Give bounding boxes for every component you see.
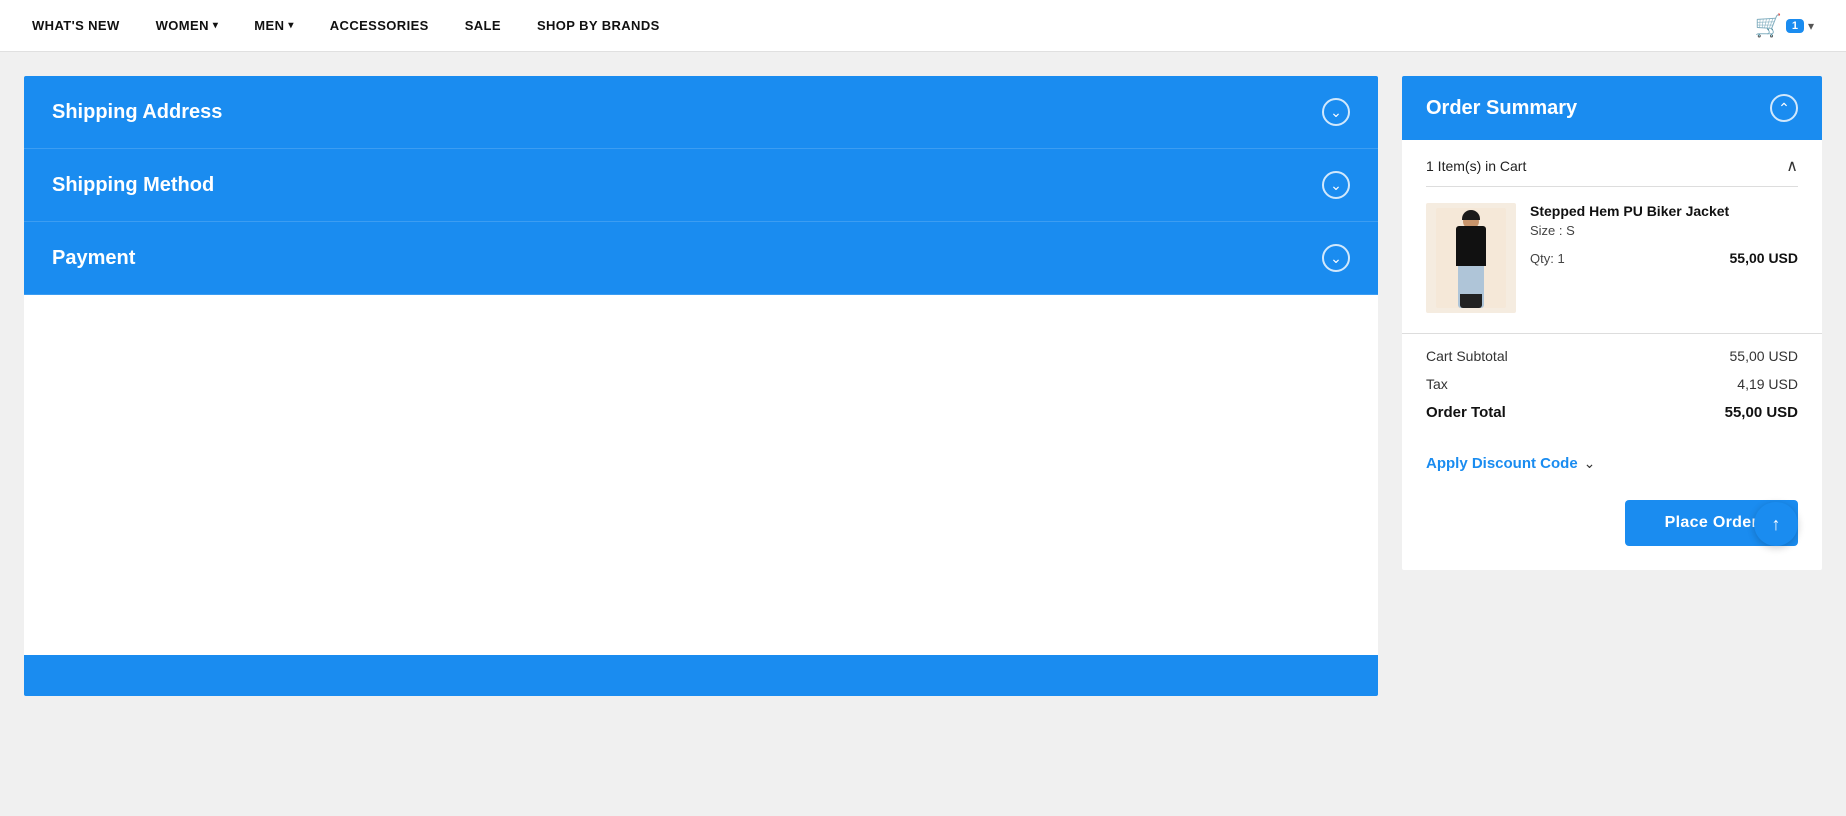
checkout-panel: Shipping Address ⌄ Shipping Method ⌄ Pay…	[24, 76, 1378, 696]
size-value: S	[1566, 223, 1575, 238]
nav-item-women[interactable]: WOMEN ▾	[156, 18, 219, 33]
shipping-address-toggle[interactable]: ⌄	[1322, 98, 1350, 126]
order-total-label: Order Total	[1426, 404, 1506, 421]
payment-title: Payment	[52, 247, 135, 270]
cart-button[interactable]: 🛒 1 ▾	[1755, 13, 1814, 39]
shipping-method-title: Shipping Method	[52, 174, 214, 197]
cart-subtotal-value: 55,00 USD	[1730, 348, 1798, 364]
cart-badge: 1	[1786, 19, 1804, 33]
order-summary-header: Order Summary ⌃	[1402, 76, 1822, 140]
nav-item-sale[interactable]: SALE	[465, 18, 501, 33]
payment-section[interactable]: Payment ⌄	[24, 222, 1378, 295]
order-summary-toggle[interactable]: ⌃	[1770, 94, 1798, 122]
nav-item-men[interactable]: MEN ▾	[254, 18, 293, 33]
shipping-address-title: Shipping Address	[52, 101, 222, 124]
cart-item-image	[1426, 203, 1516, 313]
checkout-content-area	[24, 295, 1378, 655]
cart-item-qty: Qty: 1	[1530, 251, 1565, 266]
cart-subtotal-row: Cart Subtotal 55,00 USD	[1426, 342, 1798, 370]
chevron-down-icon: ⌄	[1330, 104, 1342, 121]
cart-item-qty-price: Qty: 1 55,00 USD	[1530, 250, 1798, 266]
tax-value: 4,19 USD	[1737, 376, 1798, 392]
cart-subtotal-label: Cart Subtotal	[1426, 348, 1508, 364]
chevron-up-icon: ⌃	[1778, 100, 1790, 117]
discount-code-row[interactable]: Apply Discount Code ⌄	[1402, 443, 1822, 488]
order-total-value: 55,00 USD	[1725, 404, 1798, 421]
nav-items: WHAT'S NEW WOMEN ▾ MEN ▾ ACCESSORIES SAL…	[32, 18, 1755, 33]
size-label: Size	[1530, 223, 1555, 238]
nav-item-shop-by-brands[interactable]: SHOP BY BRANDS	[537, 18, 660, 33]
collapse-icon[interactable]: ∧	[1786, 156, 1798, 176]
arrow-up-icon: ↑	[1772, 514, 1781, 535]
tax-label: Tax	[1426, 376, 1448, 392]
chevron-down-icon: ⌄	[1330, 177, 1342, 194]
order-total-row: Order Total 55,00 USD	[1426, 398, 1798, 427]
cart-item-details: Stepped Hem PU Biker Jacket Size : S Qty…	[1530, 203, 1798, 266]
cart-icon: 🛒	[1755, 13, 1782, 39]
items-in-cart-label: 1 Item(s) in Cart	[1426, 158, 1526, 174]
items-in-cart-row: 1 Item(s) in Cart ∧	[1402, 140, 1822, 186]
chevron-down-icon: ▾	[288, 20, 293, 31]
chevron-down-icon: ▾	[1808, 19, 1814, 33]
payment-toggle[interactable]: ⌄	[1322, 244, 1350, 272]
order-summary-body: 1 Item(s) in Cart ∧	[1402, 140, 1822, 570]
cart-item-name: Stepped Hem PU Biker Jacket	[1530, 203, 1798, 219]
order-summary-panel: Order Summary ⌃ 1 Item(s) in Cart ∧	[1402, 76, 1822, 570]
scroll-to-top-button[interactable]: ↑	[1754, 502, 1798, 546]
order-summary-title: Order Summary	[1426, 97, 1577, 120]
tax-row: Tax 4,19 USD	[1426, 370, 1798, 398]
shipping-address-section[interactable]: Shipping Address ⌄	[24, 76, 1378, 149]
discount-code-label: Apply Discount Code	[1426, 455, 1578, 472]
chevron-down-icon: ⌄	[1584, 455, 1596, 472]
cart-item: Stepped Hem PU Biker Jacket Size : S Qty…	[1402, 187, 1822, 329]
chevron-down-icon: ▾	[213, 20, 218, 31]
navigation: WHAT'S NEW WOMEN ▾ MEN ▾ ACCESSORIES SAL…	[0, 0, 1846, 52]
chevron-down-icon: ⌄	[1330, 250, 1342, 267]
nav-item-whats-new[interactable]: WHAT'S NEW	[32, 18, 120, 33]
shipping-method-section[interactable]: Shipping Method ⌄	[24, 149, 1378, 222]
nav-item-accessories[interactable]: ACCESSORIES	[330, 18, 429, 33]
place-order-area: Place Order ↑	[1402, 488, 1822, 570]
shipping-method-toggle[interactable]: ⌄	[1322, 171, 1350, 199]
cart-item-size: Size : S	[1530, 223, 1798, 238]
main-content: Shipping Address ⌄ Shipping Method ⌄ Pay…	[0, 52, 1846, 816]
cart-item-price: 55,00 USD	[1730, 250, 1798, 266]
order-totals: Cart Subtotal 55,00 USD Tax 4,19 USD Ord…	[1402, 333, 1822, 443]
